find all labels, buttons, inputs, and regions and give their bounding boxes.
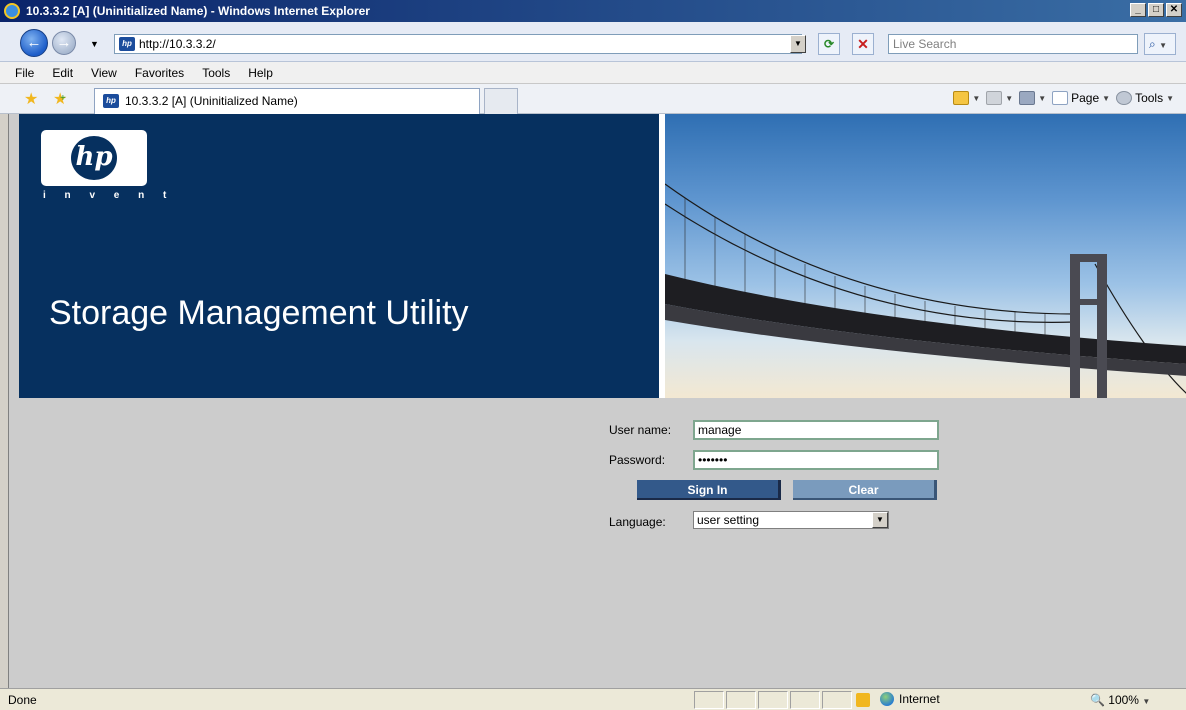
feed-dropdown-icon: ▼ bbox=[1005, 93, 1014, 103]
new-tab-button[interactable] bbox=[484, 88, 518, 114]
hp-favicon-icon: hp bbox=[119, 37, 135, 51]
favorites-center-icon[interactable]: ★ bbox=[24, 89, 38, 109]
search-placeholder: Live Search bbox=[893, 37, 957, 51]
username-label: User name: bbox=[609, 423, 672, 437]
history-dropdown-icon[interactable]: ▼ bbox=[90, 39, 99, 49]
menu-view[interactable]: View bbox=[82, 66, 126, 80]
tab-label: 10.3.3.2 [A] (Uninitialized Name) bbox=[125, 94, 298, 108]
sign-in-button[interactable]: Sign In bbox=[637, 480, 781, 500]
zone-label: Internet bbox=[899, 692, 940, 706]
zoom-dropdown-icon: ▼ bbox=[1142, 697, 1151, 706]
status-panel bbox=[822, 691, 852, 709]
username-field[interactable]: manage bbox=[693, 420, 939, 440]
zoom-level: 100% bbox=[1108, 693, 1139, 707]
add-favorites-icon[interactable]: ★ + bbox=[53, 89, 67, 109]
chevron-down-icon: ▼ bbox=[872, 512, 888, 528]
language-select[interactable]: user setting ▼ bbox=[693, 511, 889, 529]
menu-favorites[interactable]: Favorites bbox=[126, 66, 193, 80]
page-icon bbox=[1052, 91, 1069, 105]
window-controls: _ □ ✕ bbox=[1130, 3, 1182, 17]
stop-icon: ✕ bbox=[857, 36, 869, 52]
header-banner: hp i n v e n t Storage Management Utilit… bbox=[19, 114, 659, 398]
password-field[interactable]: ••••••• bbox=[693, 450, 939, 470]
back-arrow-icon: ← bbox=[26, 34, 42, 51]
page-menu-label: Page bbox=[1071, 91, 1100, 105]
hp-logo: hp bbox=[41, 130, 147, 186]
tools-dropdown-icon: ▼ bbox=[1166, 93, 1174, 103]
bridge-photo bbox=[665, 114, 1186, 398]
refresh-icon: ⟳ bbox=[823, 37, 835, 51]
menu-tools[interactable]: Tools bbox=[193, 66, 239, 80]
forward-arrow-icon: → bbox=[56, 34, 72, 51]
gear-icon bbox=[1116, 91, 1133, 105]
zoom-control[interactable]: 🔍 100% ▼ bbox=[1090, 693, 1150, 707]
page-content: hp i n v e n t Storage Management Utilit… bbox=[8, 114, 1186, 688]
stop-button[interactable]: ✕ bbox=[852, 33, 874, 55]
menu-help[interactable]: Help bbox=[239, 66, 282, 80]
tools-menu-button[interactable]: Tools ▼ bbox=[1116, 91, 1174, 105]
hp-logo-mark: hp bbox=[71, 136, 117, 180]
minimize-button[interactable]: _ bbox=[1130, 3, 1146, 17]
address-input[interactable]: hp http://10.3.3.2/ bbox=[114, 34, 802, 54]
print-dropdown-icon: ▼ bbox=[1038, 93, 1047, 103]
menu-edit[interactable]: Edit bbox=[43, 66, 82, 80]
status-panel bbox=[758, 691, 788, 709]
search-button[interactable]: ⌕ ▼ bbox=[1144, 33, 1176, 55]
status-panel bbox=[790, 691, 820, 709]
back-button[interactable]: ← bbox=[20, 29, 48, 57]
username-value: manage bbox=[698, 423, 742, 437]
status-bar: Done Internet 🔍 100% ▼ bbox=[0, 688, 1186, 710]
menu-bar: File Edit View Favorites Tools Help bbox=[0, 62, 1186, 84]
home-button[interactable]: ▼ bbox=[953, 91, 980, 105]
forward-button[interactable]: → bbox=[52, 31, 76, 55]
address-dropdown-button[interactable]: ▼ bbox=[790, 35, 806, 53]
hp-favicon-icon: hp bbox=[103, 94, 119, 108]
status-panel bbox=[694, 691, 724, 709]
page-title: Storage Management Utility bbox=[49, 294, 469, 332]
refresh-button[interactable]: ⟳ bbox=[818, 33, 840, 55]
clear-button[interactable]: Clear bbox=[793, 480, 937, 500]
security-zone[interactable]: Internet bbox=[880, 692, 940, 706]
home-icon bbox=[953, 91, 970, 105]
page-dropdown-icon: ▼ bbox=[1102, 93, 1111, 103]
window-title: 10.3.3.2 [A] (Uninitialized Name) - Wind… bbox=[26, 4, 370, 18]
bridge-illustration bbox=[665, 183, 1186, 398]
language-label: Language: bbox=[609, 515, 666, 529]
tab-command-bar: ★ ★ + hp 10.3.3.2 [A] (Uninitialized Name… bbox=[0, 84, 1186, 114]
protected-mode-icon[interactable] bbox=[856, 693, 870, 707]
address-url: http://10.3.3.2/ bbox=[139, 37, 216, 51]
tools-menu-label: Tools bbox=[1135, 91, 1164, 105]
search-dropdown-icon: ▼ bbox=[1159, 41, 1167, 50]
menu-file[interactable]: File bbox=[6, 66, 43, 80]
search-input[interactable]: Live Search bbox=[888, 34, 1138, 54]
language-value: user setting bbox=[697, 513, 760, 527]
print-icon bbox=[1019, 91, 1036, 105]
ie-logo-icon bbox=[4, 3, 20, 19]
command-tools: ▼ ▼ ▼ Page ▼ Tools ▼ bbox=[953, 91, 1174, 105]
search-icon: ⌕ bbox=[1149, 37, 1156, 51]
status-text: Done bbox=[8, 693, 37, 707]
print-button[interactable]: ▼ bbox=[1019, 91, 1046, 105]
globe-icon bbox=[880, 692, 894, 706]
page-menu-button[interactable]: Page ▼ bbox=[1052, 91, 1110, 105]
status-panel bbox=[726, 691, 756, 709]
feeds-button[interactable]: ▼ bbox=[986, 91, 1013, 105]
close-button[interactable]: ✕ bbox=[1166, 3, 1182, 17]
address-toolbar: ← → ▼ hp http://10.3.3.2/ ▼ ⟳ ✕ Live Sea… bbox=[0, 22, 1186, 62]
home-dropdown-icon: ▼ bbox=[972, 93, 981, 103]
feed-icon bbox=[986, 91, 1003, 105]
password-value: ••••••• bbox=[698, 453, 728, 467]
password-label: Password: bbox=[609, 453, 666, 467]
tab-current[interactable]: hp 10.3.3.2 [A] (Uninitialized Name) bbox=[94, 88, 480, 114]
hp-tagline: i n v e n t bbox=[43, 190, 175, 201]
window-title-bar[interactable]: 10.3.3.2 [A] (Uninitialized Name) - Wind… bbox=[0, 0, 1186, 22]
maximize-button[interactable]: □ bbox=[1148, 3, 1164, 17]
